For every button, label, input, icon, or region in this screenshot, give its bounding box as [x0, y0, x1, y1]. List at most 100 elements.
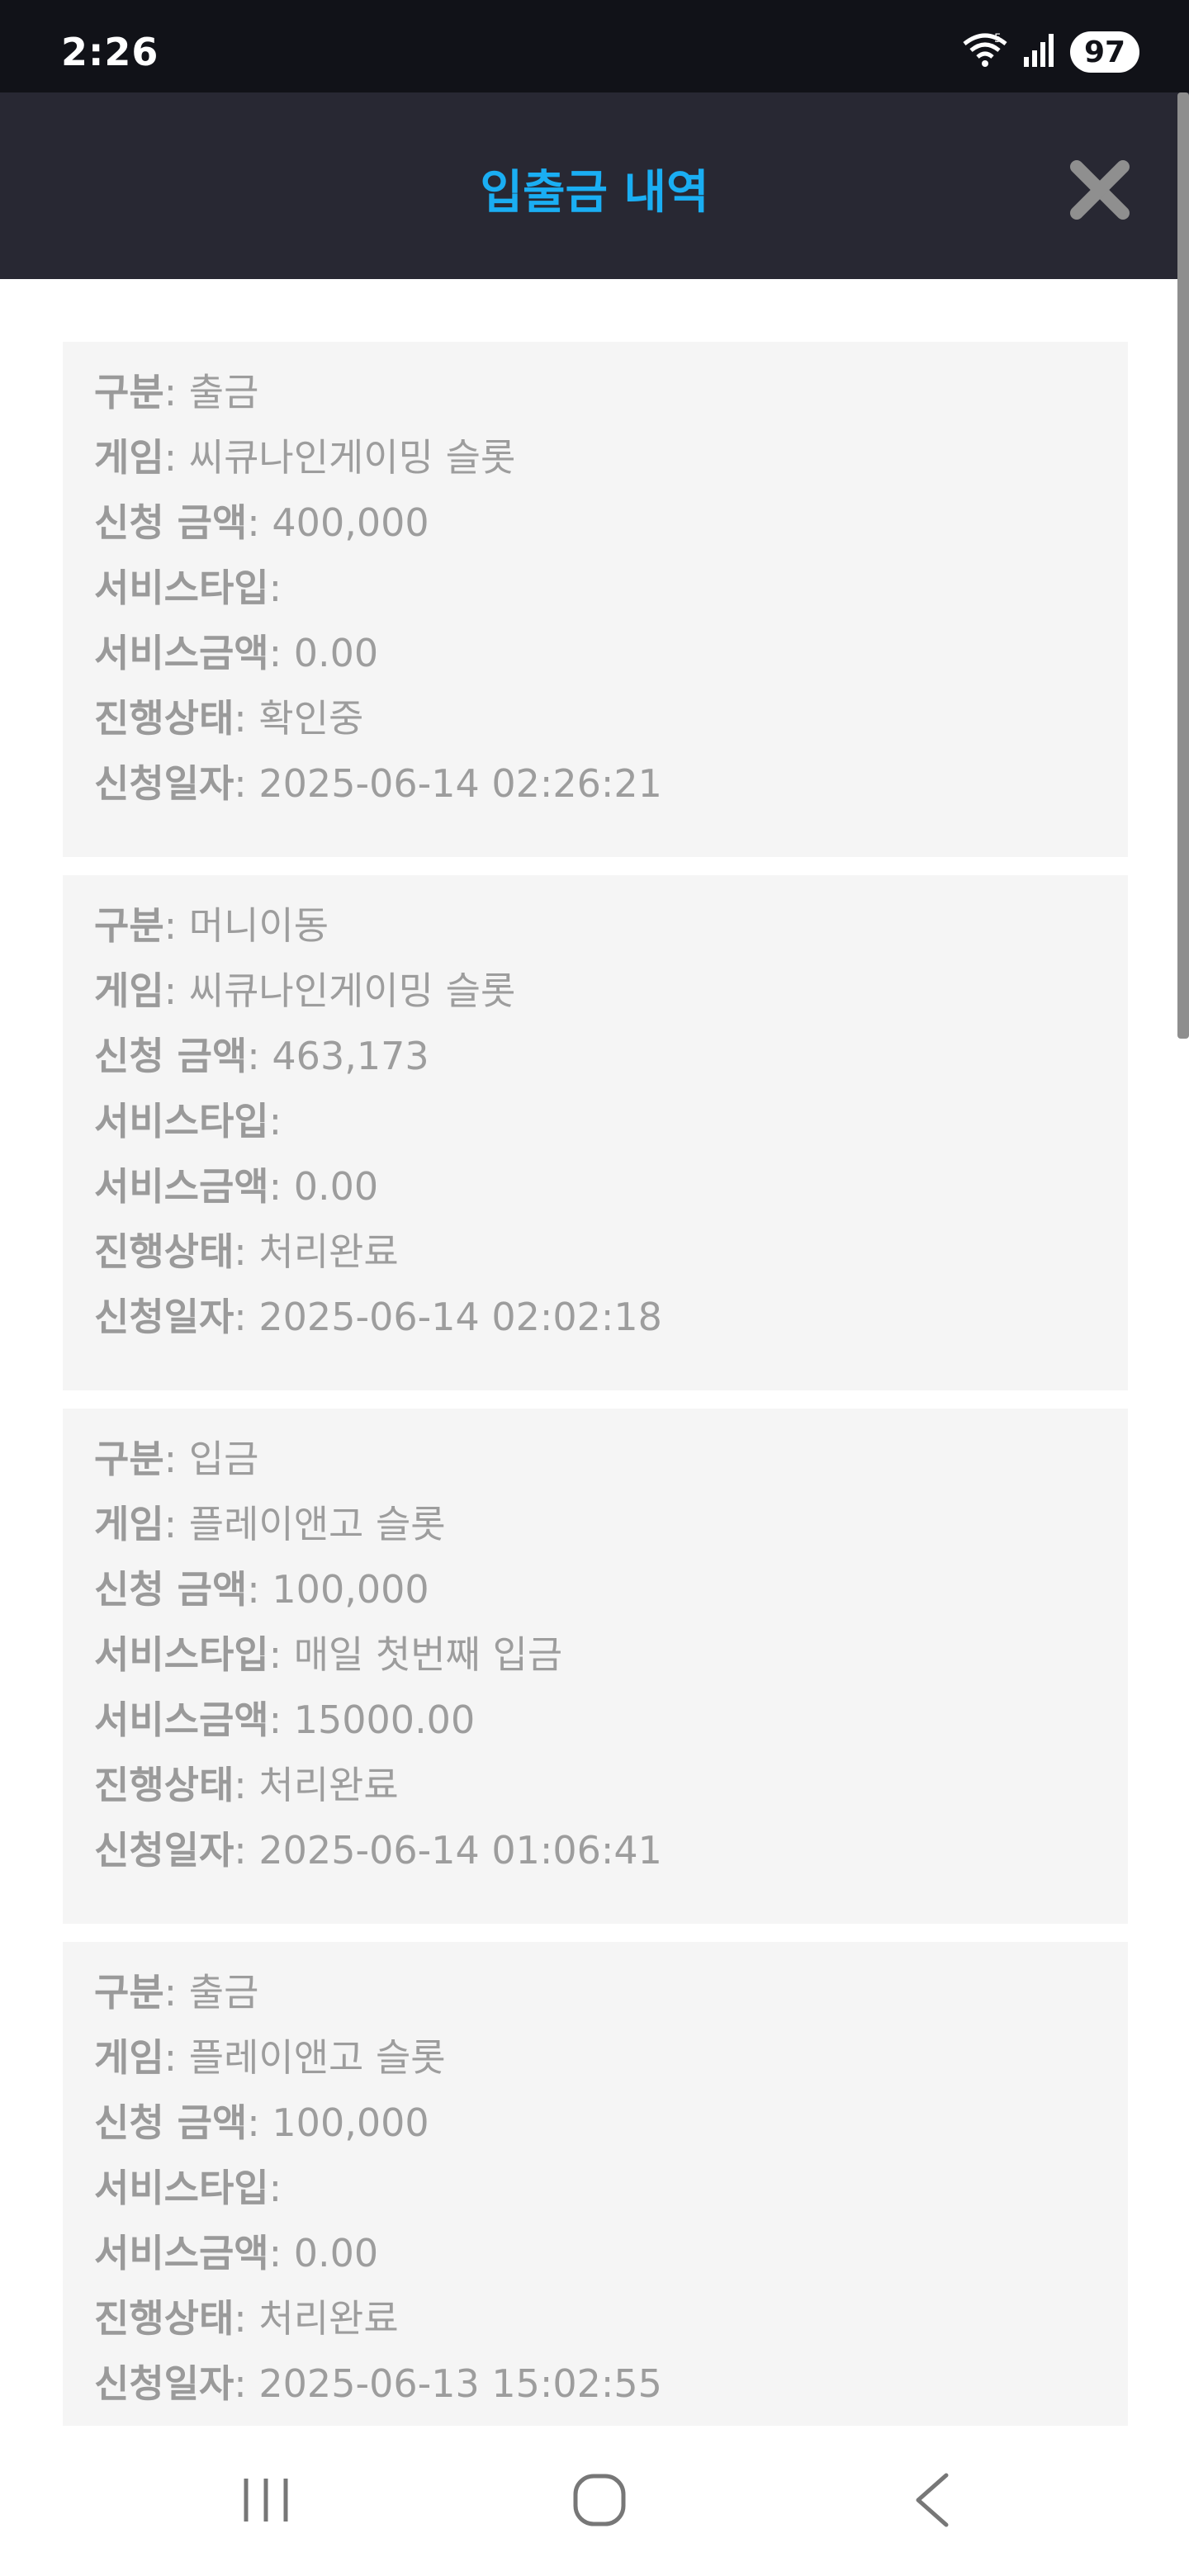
service-amount-row: 서비스금액: 0.00	[94, 1167, 1097, 1233]
date-label: 신청일자	[94, 761, 234, 806]
type-label: 구분	[94, 1437, 164, 1481]
service-amount-label: 서비스금액	[94, 2231, 269, 2275]
service-type-label: 서비스타입	[94, 2166, 269, 2210]
service-amount-row: 서비스금액: 0.00	[94, 634, 1097, 699]
amount-row: 신청 금액: 463,173	[94, 1037, 1097, 1102]
date-value: : 2025-06-14 02:26:21	[234, 761, 662, 806]
service-amount-value: : 0.00	[268, 631, 379, 675]
service-amount-row: 서비스금액: 15000.00	[94, 1701, 1097, 1766]
amount-label: 신청 금액	[94, 2100, 248, 2145]
date-row: 신청일자: 2025-06-14 01:06:41	[94, 1831, 1097, 1896]
date-value: : 2025-06-14 02:02:18	[234, 1295, 662, 1339]
back-icon[interactable]	[912, 2472, 953, 2531]
type-row: 구분: 입금	[94, 1440, 1097, 1505]
status-row: 진행상태: 처리완료	[94, 2299, 1097, 2365]
date-value: : 2025-06-13 15:02:55	[234, 2361, 662, 2406]
type-value: : 입금	[163, 1437, 259, 1481]
date-label: 신청일자	[94, 2361, 234, 2406]
game-value: : 플레이앤고 슬롯	[163, 2035, 446, 2080]
service-type-row: 서비스타입:	[94, 569, 1097, 634]
type-row: 구분: 출금	[94, 1973, 1097, 2039]
service-amount-label: 서비스금액	[94, 1698, 269, 1742]
transaction-card: 구분: 입금 게임: 플레이앤고 슬롯 신청 금액: 100,000 서비스타입…	[63, 1409, 1128, 1924]
game-row: 게임: 씨큐나인게이밍 슬롯	[94, 972, 1097, 1037]
type-value: : 출금	[163, 1970, 259, 2015]
game-value: : 플레이앤고 슬롯	[163, 1502, 446, 1546]
game-row: 게임: 플레이앤고 슬롯	[94, 2039, 1097, 2104]
status-value: : 처리완료	[234, 2296, 399, 2341]
service-type-value: :	[268, 2166, 282, 2210]
service-type-value: :	[268, 566, 282, 610]
status-value: : 처리완료	[234, 1763, 399, 1807]
service-amount-value: : 15000.00	[268, 1698, 476, 1742]
type-label: 구분	[94, 903, 164, 948]
service-amount-value: : 0.00	[268, 2231, 379, 2275]
service-type-label: 서비스타입	[94, 1099, 269, 1144]
amount-value: : 463,173	[247, 1034, 429, 1078]
service-type-row: 서비스타입:	[94, 1102, 1097, 1167]
status-bar: 2:26 5 97	[0, 0, 1189, 92]
service-amount-label: 서비스금액	[94, 1164, 269, 1209]
type-label: 구분	[94, 370, 164, 414]
amount-label: 신청 금액	[94, 1567, 248, 1612]
status-value: : 확인중	[234, 696, 364, 741]
game-value: : 씨큐나인게이밍 슬롯	[163, 435, 516, 480]
amount-label: 신청 금액	[94, 500, 248, 545]
amount-value: : 100,000	[247, 1567, 429, 1612]
type-row: 구분: 머니이동	[94, 907, 1097, 972]
status-label: 진행상태	[94, 1763, 234, 1807]
transaction-list: 구분: 출금 게임: 씨큐나인게이밍 슬롯 신청 금액: 400,000 서비스…	[0, 279, 1189, 2426]
date-row: 신청일자: 2025-06-14 02:02:18	[94, 1298, 1097, 1363]
status-label: 진행상태	[94, 1229, 234, 1274]
status-row: 진행상태: 처리완료	[94, 1233, 1097, 1298]
date-row: 신청일자: 2025-06-14 02:26:21	[94, 765, 1097, 830]
svg-text:5: 5	[994, 32, 1002, 45]
amount-row: 신청 금액: 100,000	[94, 2104, 1097, 2169]
type-value: : 머니이동	[163, 903, 329, 948]
game-label: 게임	[94, 2035, 164, 2080]
date-label: 신청일자	[94, 1295, 234, 1339]
transaction-card: 구분: 출금 게임: 씨큐나인게이밍 슬롯 신청 금액: 400,000 서비스…	[63, 342, 1128, 857]
status-label: 진행상태	[94, 2296, 234, 2341]
game-row: 게임: 플레이앤고 슬롯	[94, 1505, 1097, 1570]
service-type-label: 서비스타입	[94, 1632, 269, 1677]
amount-value: : 400,000	[247, 500, 429, 545]
service-amount-value: : 0.00	[268, 1164, 379, 1209]
amount-value: : 100,000	[247, 2100, 429, 2145]
navigation-bar	[0, 2427, 1189, 2576]
service-type-value: : 매일 첫번째 입금	[268, 1632, 563, 1677]
service-amount-label: 서비스금액	[94, 631, 269, 675]
game-row: 게임: 씨큐나인게이밍 슬롯	[94, 438, 1097, 504]
home-icon[interactable]	[571, 2472, 628, 2531]
transaction-card: 구분: 출금 게임: 플레이앤고 슬롯 신청 금액: 100,000 서비스타입…	[63, 1942, 1128, 2426]
battery-icon: 97	[1070, 31, 1139, 73]
game-label: 게임	[94, 968, 164, 1013]
service-type-row: 서비스타입: 매일 첫번째 입금	[94, 1636, 1097, 1701]
type-value: : 출금	[163, 370, 259, 414]
status-label: 진행상태	[94, 696, 234, 741]
recent-apps-icon[interactable]	[239, 2474, 292, 2530]
service-amount-row: 서비스금액: 0.00	[94, 2234, 1097, 2299]
service-type-row: 서비스타입:	[94, 2169, 1097, 2234]
amount-row: 신청 금액: 100,000	[94, 1570, 1097, 1636]
date-row: 신청일자: 2025-06-13 15:02:55	[94, 2365, 1097, 2426]
date-label: 신청일자	[94, 1828, 234, 1873]
type-row: 구분: 출금	[94, 373, 1097, 438]
amount-row: 신청 금액: 400,000	[94, 504, 1097, 569]
type-label: 구분	[94, 1970, 164, 2015]
date-value: : 2025-06-14 01:06:41	[234, 1828, 662, 1873]
status-time: 2:26	[61, 30, 159, 74]
service-type-value: :	[268, 1099, 282, 1144]
status-icons: 5 97	[963, 31, 1139, 73]
game-label: 게임	[94, 1502, 164, 1546]
page-title: 입출금 내역	[480, 166, 709, 220]
wifi-icon: 5	[963, 32, 1007, 72]
status-row: 진행상태: 처리완료	[94, 1766, 1097, 1831]
transaction-card: 구분: 머니이동 게임: 씨큐나인게이밍 슬롯 신청 금액: 463,173 서…	[63, 875, 1128, 1390]
game-value: : 씨큐나인게이밍 슬롯	[163, 968, 516, 1013]
status-value: : 처리완료	[234, 1229, 399, 1274]
service-type-label: 서비스타입	[94, 566, 269, 610]
status-row: 진행상태: 확인중	[94, 699, 1097, 765]
game-label: 게임	[94, 435, 164, 480]
close-icon[interactable]	[1068, 159, 1131, 221]
